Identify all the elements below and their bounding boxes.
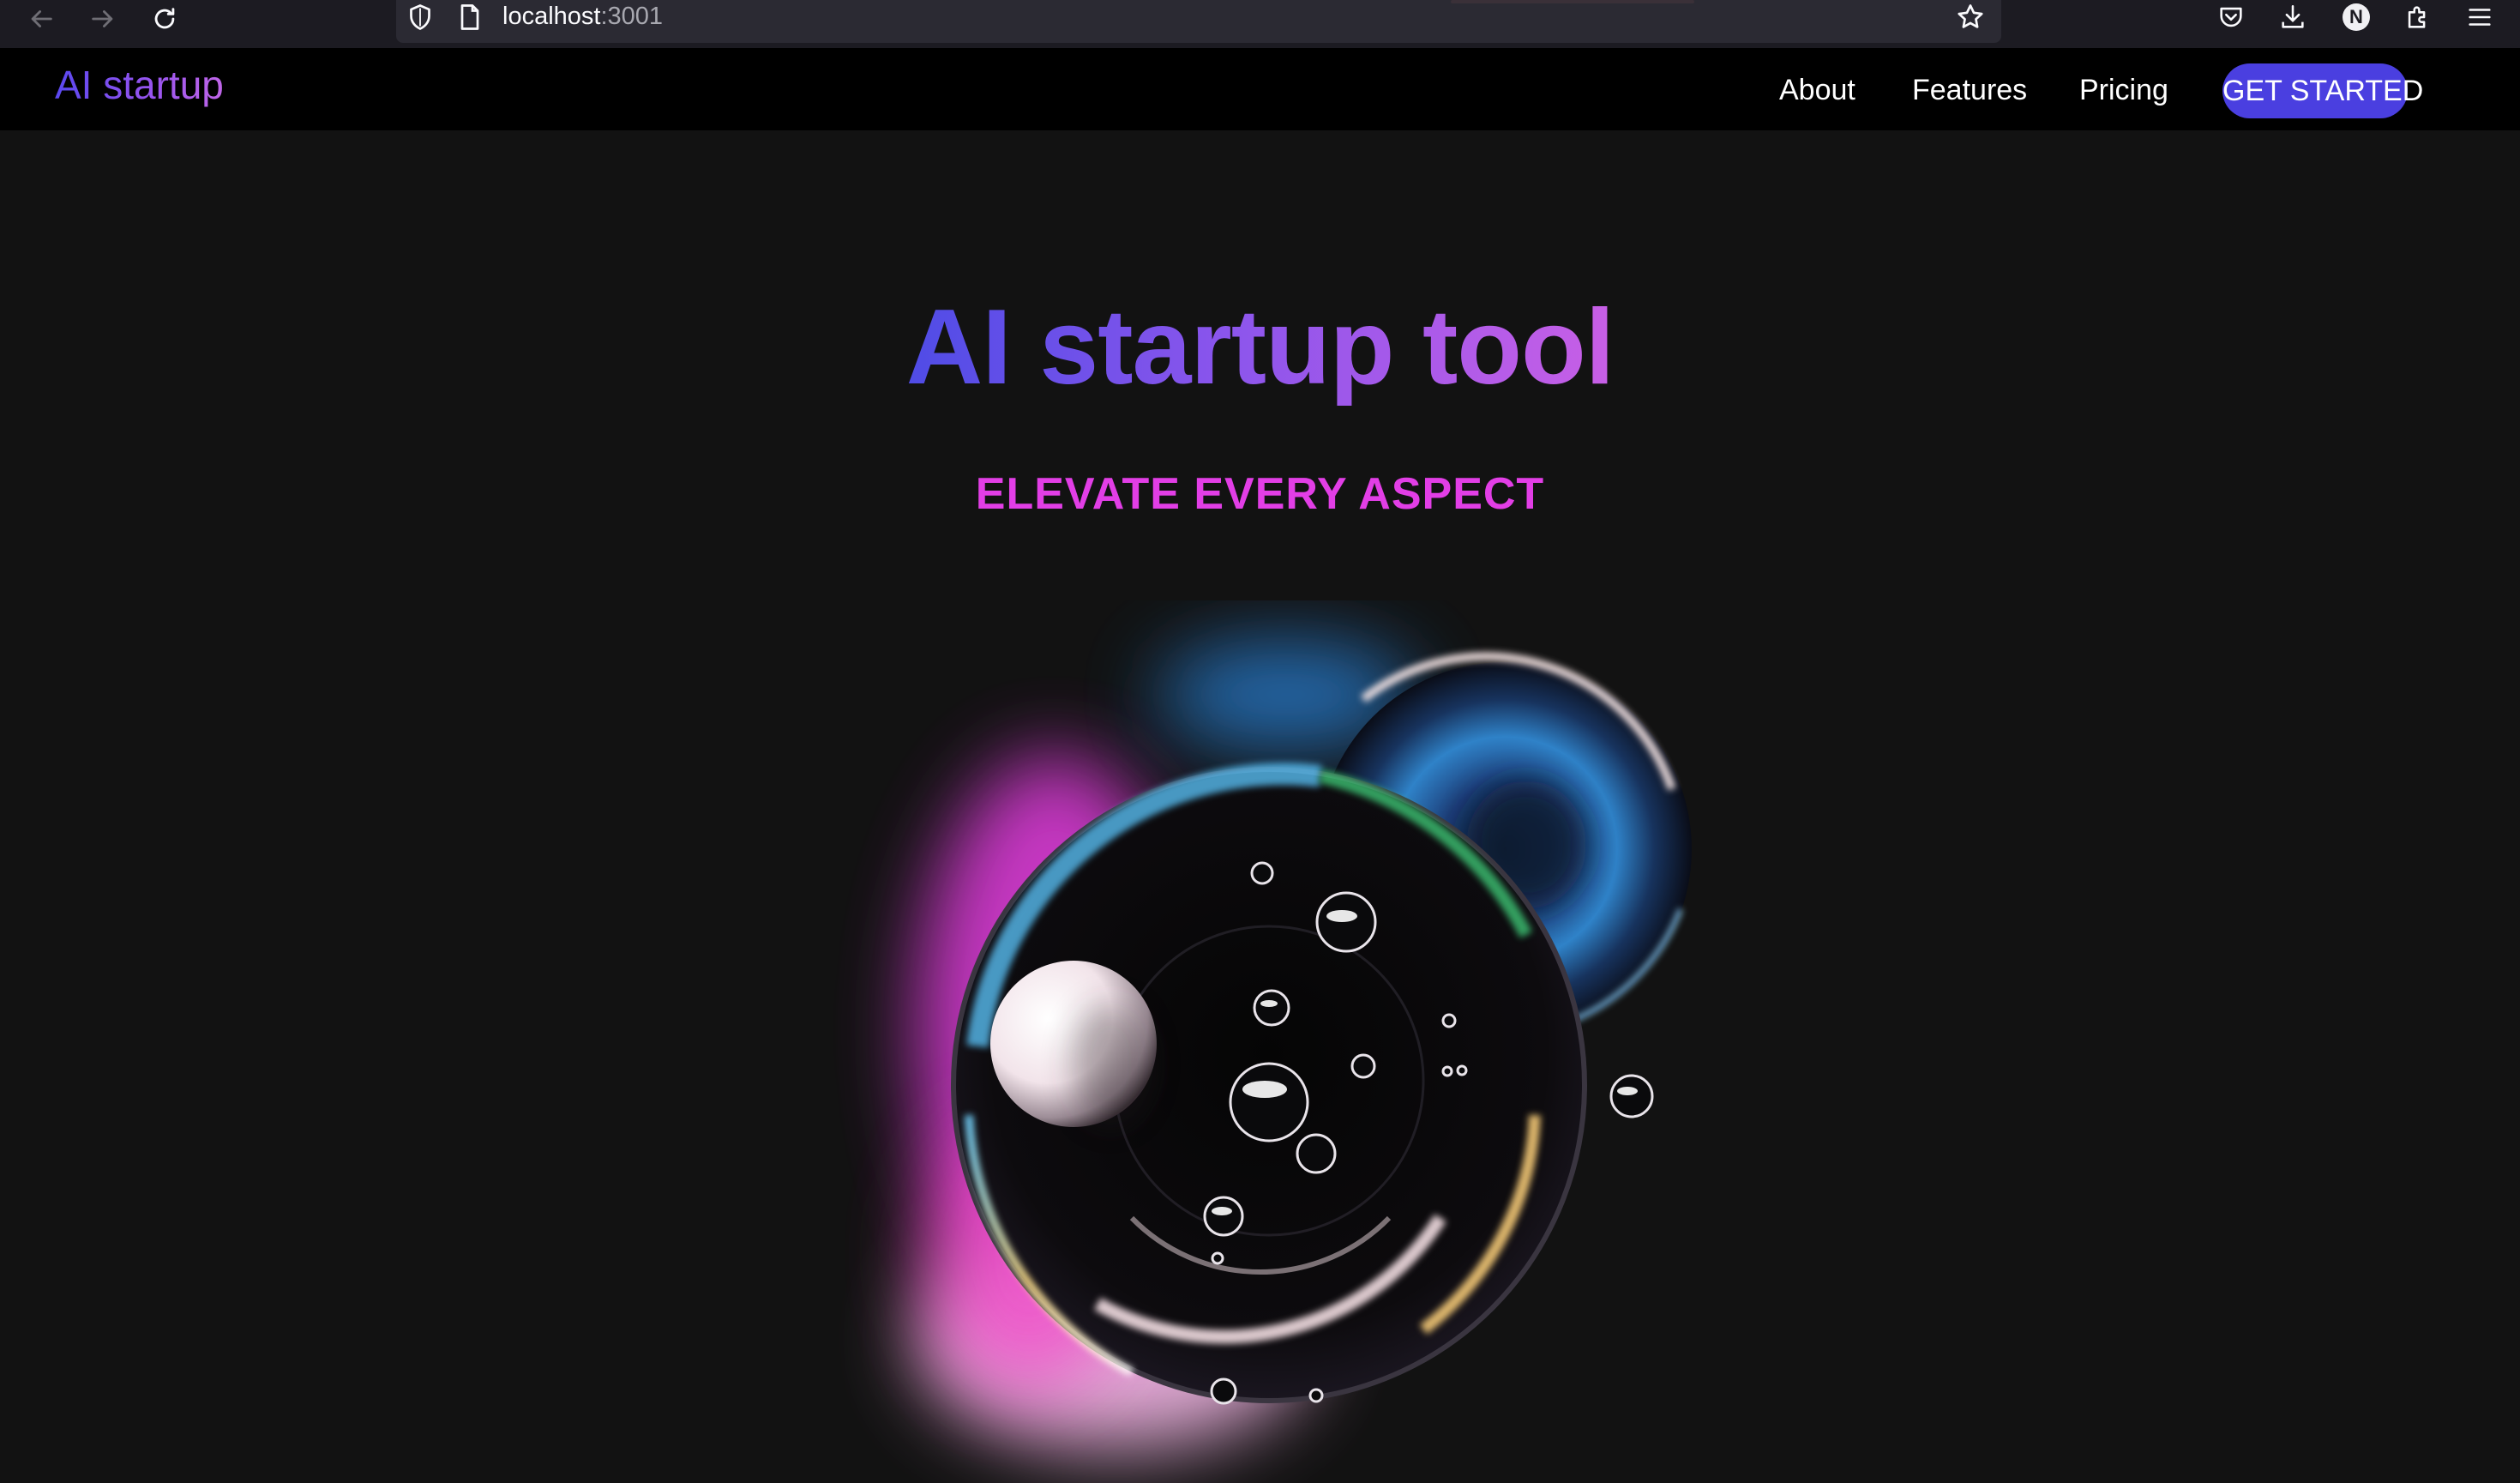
arrow-left-icon	[31, 10, 52, 27]
glass-bubbles-illustration	[917, 643, 1692, 1450]
nav-link-about[interactable]: About	[1779, 65, 1855, 115]
reload-button[interactable]	[147, 2, 182, 36]
site-header: AI startup About Features Pricing GET ST…	[0, 48, 2520, 130]
pocket-button[interactable]	[2214, 0, 2248, 34]
tab-loading-indicator	[1451, 0, 1694, 3]
arrow-right-icon	[92, 10, 113, 27]
url-port: :3001	[600, 3, 664, 30]
menu-button[interactable]	[2463, 0, 2497, 34]
url-text[interactable]: localhost:3001	[502, 0, 663, 34]
reload-icon	[154, 8, 175, 29]
profile-avatar: N	[2343, 3, 2370, 31]
browser-toolbar: localhost:3001 N	[0, 0, 2520, 48]
shield-icon[interactable]	[405, 2, 436, 33]
downloads-button[interactable]	[2276, 0, 2310, 34]
extensions-button[interactable]	[2401, 0, 2435, 34]
hamburger-menu-icon	[2469, 9, 2491, 26]
nav-link-features[interactable]: Features	[1912, 65, 2027, 115]
page-icon[interactable]	[454, 2, 485, 33]
pocket-icon	[2220, 7, 2242, 27]
back-button[interactable]	[24, 2, 58, 36]
hero-subtitle: ELEVATE EVERY ASPECT	[975, 469, 1545, 519]
address-bar[interactable]: localhost:3001	[396, 0, 2001, 43]
hero-title: AI startup tool	[0, 283, 2520, 412]
puzzle-icon	[2408, 6, 2426, 28]
forward-button[interactable]	[86, 2, 120, 36]
url-host: localhost	[502, 3, 601, 30]
hero-title-text: AI startup tool	[905, 288, 1615, 407]
download-icon	[2282, 4, 2304, 28]
profile-button[interactable]: N	[2339, 0, 2373, 34]
get-started-button[interactable]: GET STARTED	[2222, 63, 2423, 118]
nav-link-pricing[interactable]: Pricing	[2079, 65, 2168, 115]
site-logo[interactable]: AI startup	[55, 55, 224, 115]
star-icon[interactable]	[1955, 2, 1986, 33]
